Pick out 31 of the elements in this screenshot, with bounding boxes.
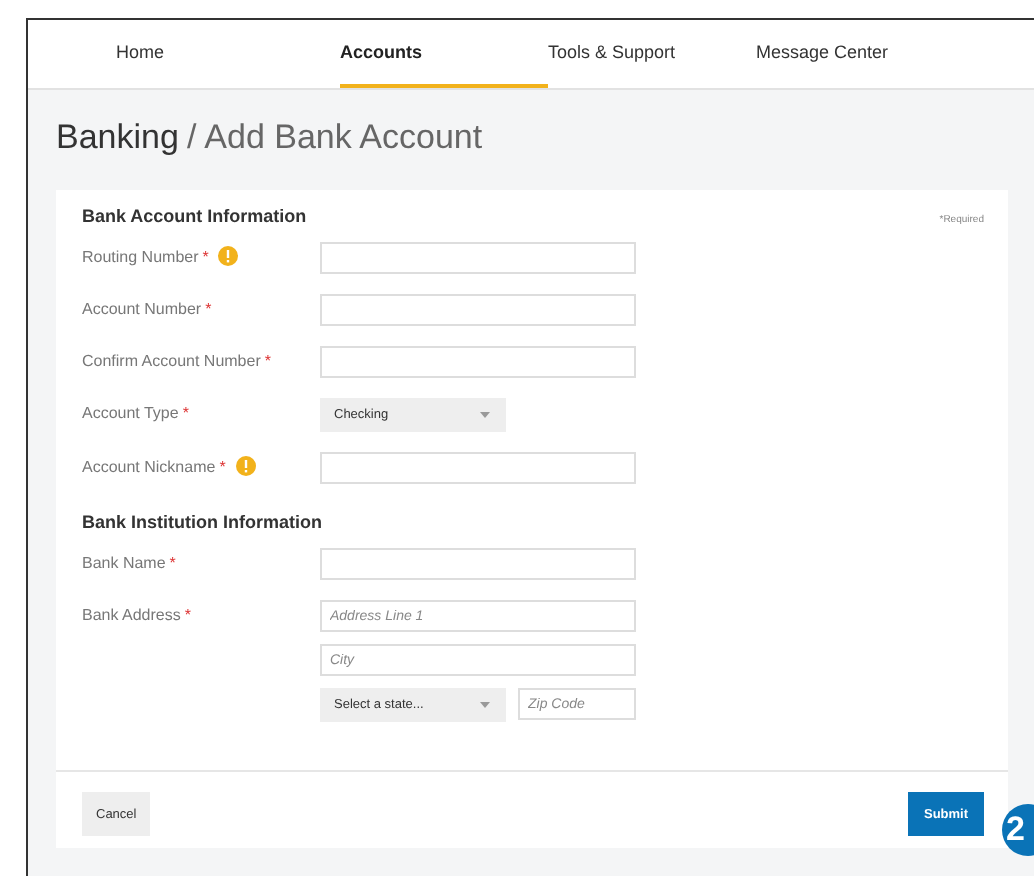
- field-label: Bank Name: [82, 554, 166, 572]
- nav-tab[interactable]: Message Center: [756, 20, 889, 88]
- input-field[interactable]: [320, 548, 636, 580]
- input-field[interactable]: [320, 452, 636, 484]
- input-field[interactable]: [320, 242, 636, 274]
- step-badge: 2: [1002, 804, 1034, 856]
- nav-tab[interactable]: Tools & Support: [548, 20, 756, 88]
- field-label: Account Number: [82, 300, 202, 318]
- field-label: Bank Address: [82, 606, 181, 624]
- input-field[interactable]: [320, 346, 636, 378]
- input-field[interactable]: [320, 294, 636, 326]
- required-mark: *: [264, 352, 271, 370]
- field-label: Account Type: [82, 404, 179, 422]
- caret-icon: [480, 702, 490, 708]
- required-mark: *: [205, 300, 212, 318]
- required-mark: *: [184, 606, 191, 624]
- breadcrumb-section[interactable]: Banking: [56, 118, 179, 156]
- section-heading: Bank Account Information: [82, 206, 307, 226]
- section-heading: Bank Institution Information: [82, 512, 322, 532]
- field-label: Confirm Account Number: [82, 352, 261, 370]
- page-title: Add Bank Account: [204, 118, 483, 156]
- breadcrumb-separator: /: [186, 118, 197, 156]
- caret-icon: [480, 412, 490, 418]
- required-mark: *: [202, 248, 209, 266]
- nav-tab[interactable]: Accounts: [340, 20, 548, 88]
- field-label: Account Nickname: [82, 458, 216, 476]
- field-label: Routing Number: [82, 248, 199, 266]
- required-mark: *: [219, 458, 226, 476]
- required-mark: *: [182, 404, 189, 422]
- nav-tab[interactable]: Home: [116, 20, 340, 88]
- required-mark: *: [169, 554, 176, 572]
